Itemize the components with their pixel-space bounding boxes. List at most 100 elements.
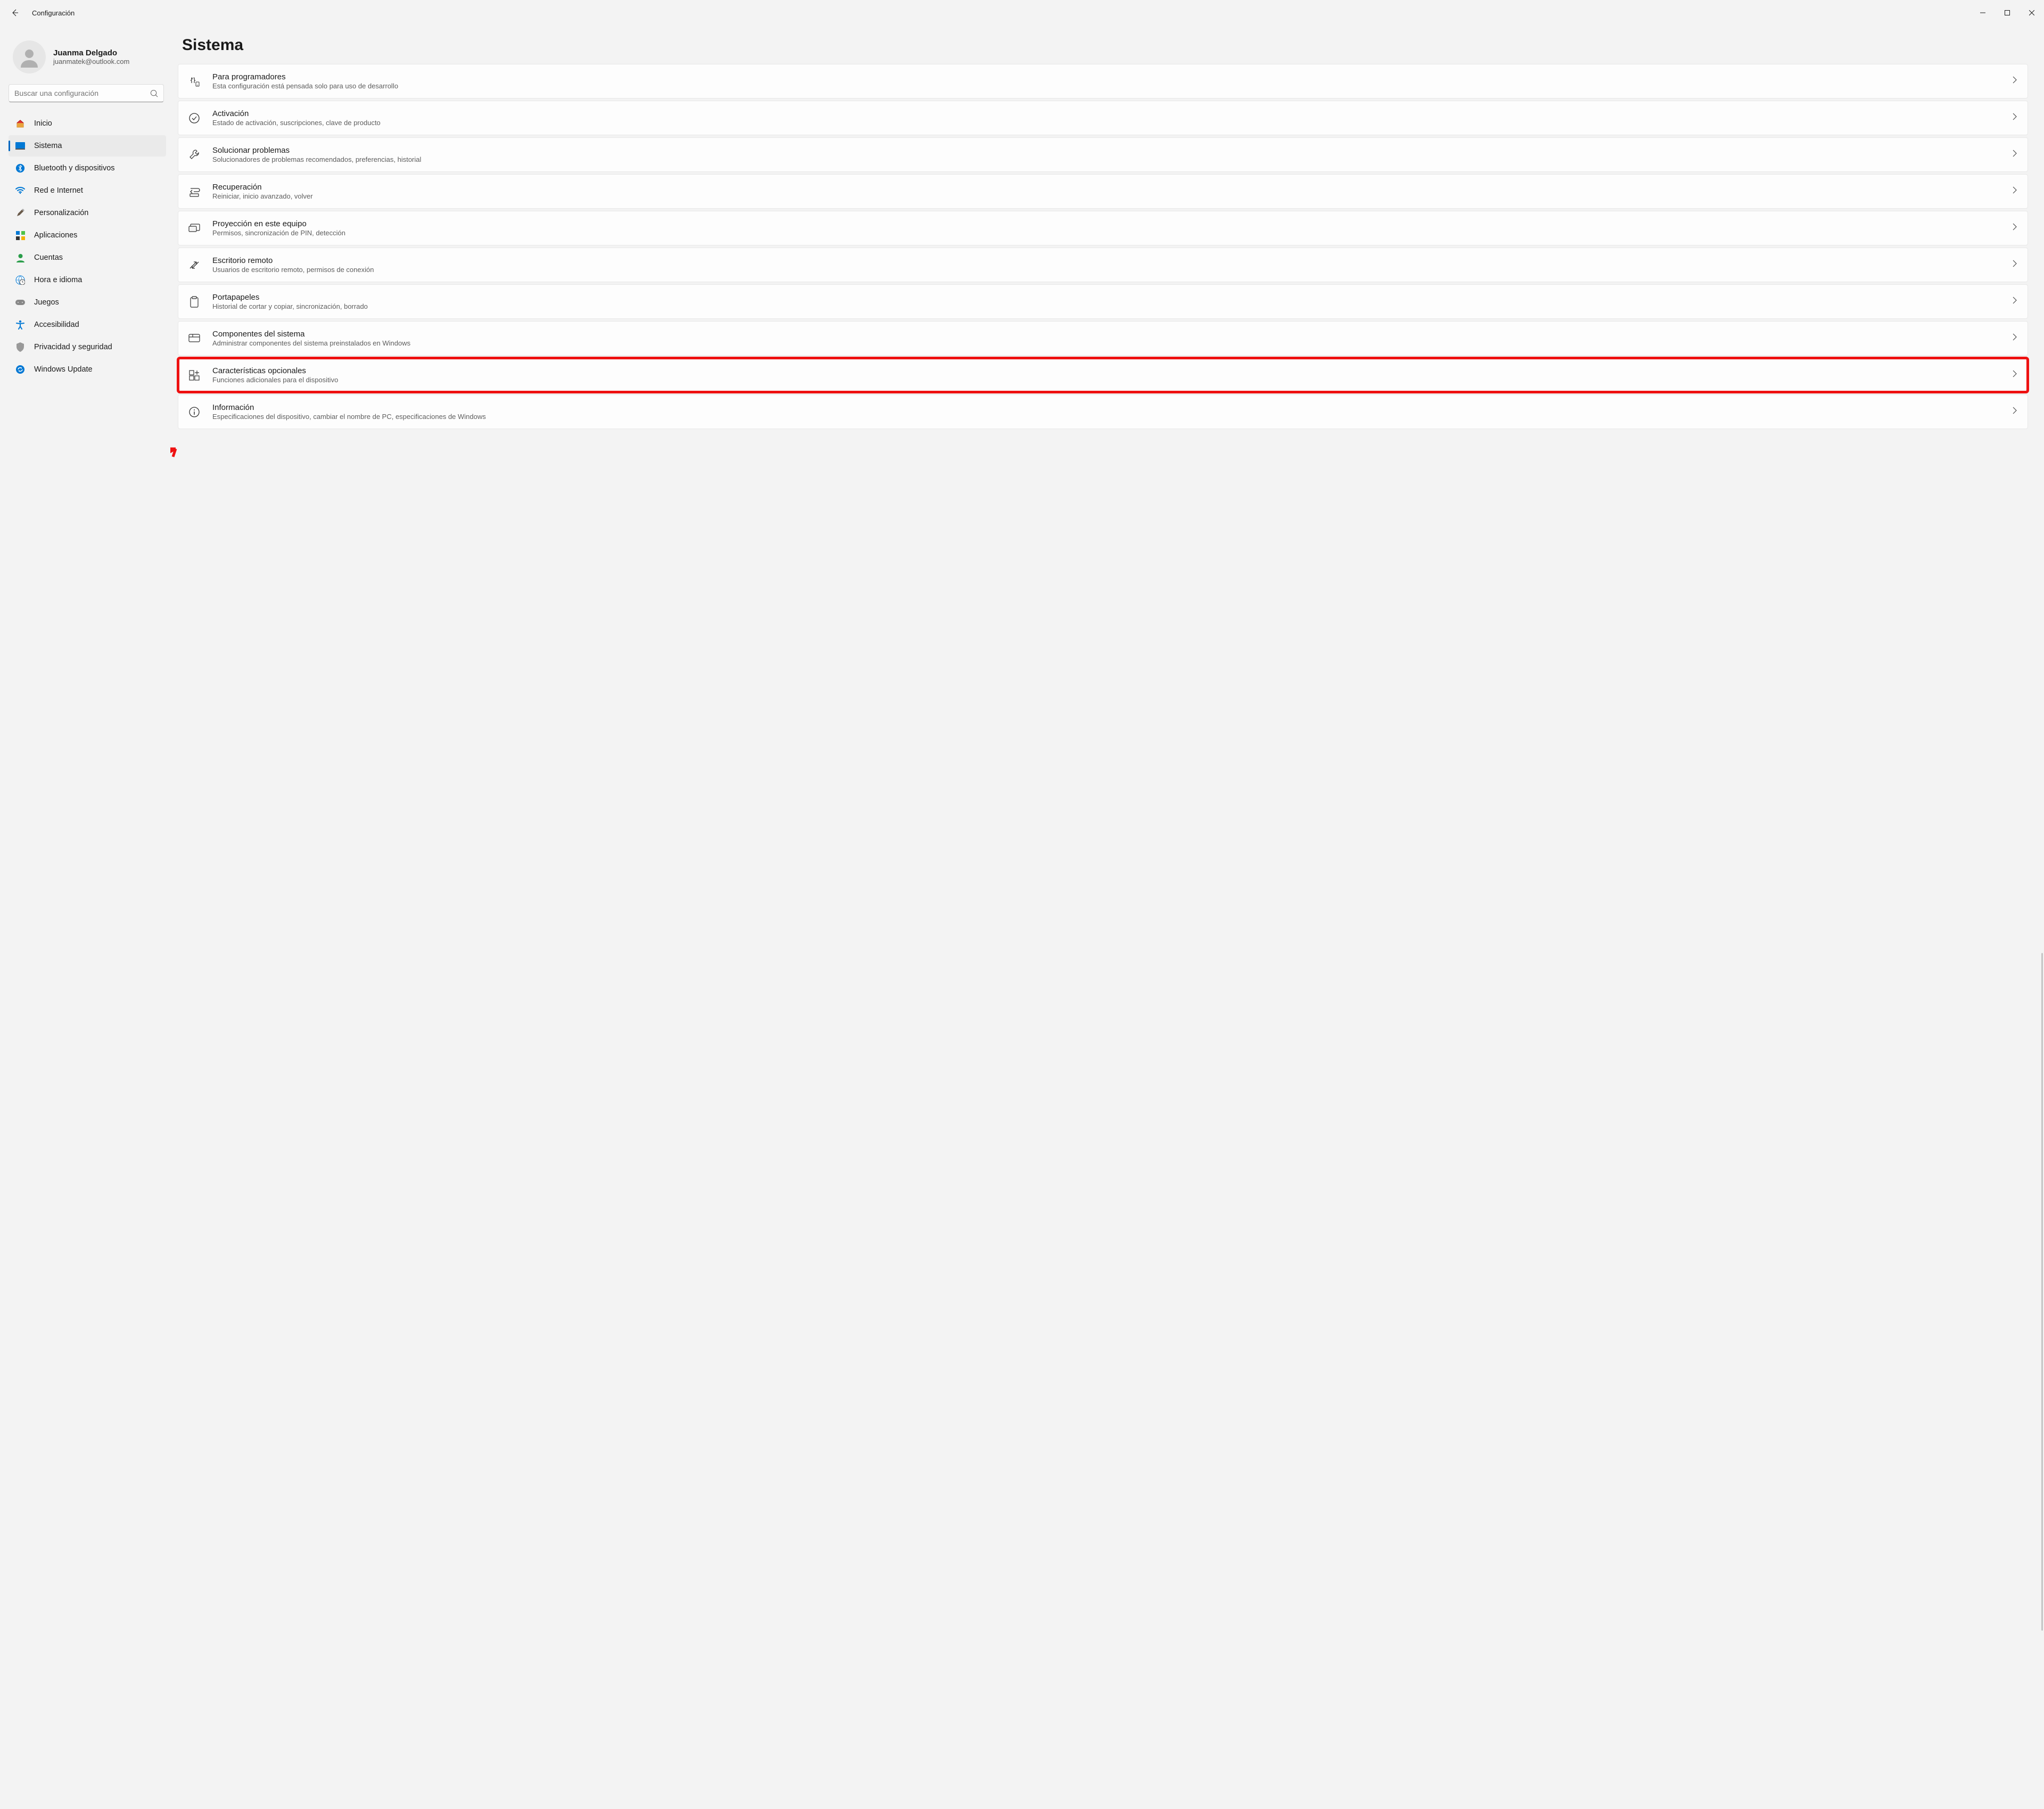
card-desc: Usuarios de escritorio remoto, permisos … (212, 266, 2013, 274)
nav-label: Red e Internet (34, 186, 83, 195)
titlebar: Configuración (0, 0, 2044, 26)
nav-label: Hora e idioma (34, 276, 82, 284)
avatar (13, 40, 46, 73)
maximize-icon (2005, 10, 2010, 15)
nav-label: Bluetooth y dispositivos (34, 164, 115, 172)
settings-card-optional[interactable]: Características opcionalesFunciones adic… (178, 358, 2028, 392)
card-desc: Especificaciones del dispositivo, cambia… (212, 413, 2013, 421)
card-title: Componentes del sistema (212, 330, 2013, 339)
settings-card-about[interactable]: InformaciónEspecificaciones del disposit… (178, 394, 2028, 429)
card-desc: Reiniciar, inicio avanzado, volver (212, 192, 2013, 200)
main-content: Sistema Para programadoresEsta configura… (170, 26, 2044, 1809)
home-icon (15, 118, 26, 129)
chevron-right-icon (2013, 223, 2017, 233)
bluetooth-icon (15, 163, 26, 174)
profile-name: Juanma Delgado (53, 48, 129, 57)
nav-accounts[interactable]: Cuentas (9, 247, 166, 268)
search-box[interactable] (9, 84, 164, 102)
card-title: Información (212, 403, 2013, 412)
annotation-arrow (170, 441, 186, 473)
devs-icon (188, 75, 201, 88)
settings-card-remote[interactable]: Escritorio remotoUsuarios de escritorio … (178, 248, 2028, 282)
page-heading: Sistema (178, 36, 2028, 54)
scrollbar[interactable] (2041, 953, 2043, 1631)
clipboard-icon (188, 295, 201, 308)
nav-privacy[interactable]: Privacidad y seguridad (9, 336, 166, 358)
card-desc: Funciones adicionales para el dispositiv… (212, 376, 2013, 384)
nav-personalization[interactable]: Personalización (9, 202, 166, 224)
remote-icon (188, 259, 201, 272)
chevron-right-icon (2013, 113, 2017, 123)
close-button[interactable] (2020, 4, 2044, 21)
nav-label: Privacidad y seguridad (34, 343, 112, 351)
optional-icon (188, 369, 201, 382)
projecting-icon (188, 222, 201, 235)
nav-bluetooth[interactable]: Bluetooth y dispositivos (9, 158, 166, 179)
nav-label: Inicio (34, 119, 52, 128)
sidebar: Juanma Delgado juanmatek@outlook.com Ini… (0, 26, 170, 1809)
card-title: Características opcionales (212, 366, 2013, 375)
nav-label: Aplicaciones (34, 231, 77, 240)
profile-block[interactable]: Juanma Delgado juanmatek@outlook.com (9, 31, 166, 83)
settings-card-troubleshoot[interactable]: Solucionar problemasSolucionadores de pr… (178, 137, 2028, 172)
search-input[interactable] (14, 89, 150, 97)
nav-time[interactable]: Hora e idioma (9, 269, 166, 291)
about-icon (188, 406, 201, 418)
card-title: Escritorio remoto (212, 256, 2013, 265)
nav-update[interactable]: Windows Update (9, 359, 166, 380)
chevron-right-icon (2013, 186, 2017, 196)
accounts-icon (15, 252, 26, 263)
maximize-button[interactable] (1995, 4, 2020, 21)
settings-card-components[interactable]: Componentes del sistemaAdministrar compo… (178, 321, 2028, 356)
card-title: Proyección en este equipo (212, 219, 2013, 228)
chevron-right-icon (2013, 333, 2017, 343)
shield-icon (15, 342, 26, 352)
nav-network[interactable]: Red e Internet (9, 180, 166, 201)
back-button[interactable] (4, 2, 26, 23)
window-title: Configuración (26, 9, 75, 17)
settings-card-activation[interactable]: ActivaciónEstado de activación, suscripc… (178, 101, 2028, 135)
nav-list: Inicio Sistema Bluetooth y dispositivos … (9, 113, 166, 380)
chevron-right-icon (2013, 407, 2017, 417)
card-desc: Estado de activación, suscripciones, cla… (212, 119, 2013, 127)
card-title: Solucionar problemas (212, 146, 2013, 155)
settings-card-clipboard[interactable]: PortapapelesHistorial de cortar y copiar… (178, 284, 2028, 319)
settings-card-projecting[interactable]: Proyección en este equipoPermisos, sincr… (178, 211, 2028, 245)
card-desc: Solucionadores de problemas recomendados… (212, 155, 2013, 163)
nav-label: Juegos (34, 298, 59, 307)
accessibility-icon (15, 319, 26, 330)
card-title: Activación (212, 109, 2013, 118)
clock-globe-icon (15, 275, 26, 285)
chevron-right-icon (2013, 150, 2017, 160)
card-title: Recuperación (212, 183, 2013, 192)
chevron-right-icon (2013, 260, 2017, 270)
recovery-icon (188, 185, 201, 198)
settings-card-list: Para programadoresEsta configuración est… (178, 64, 2028, 429)
nav-label: Cuentas (34, 253, 63, 262)
card-desc: Esta configuración está pensada solo par… (212, 82, 2013, 90)
card-title: Para programadores (212, 72, 2013, 81)
nav-system[interactable]: Sistema (9, 135, 166, 157)
settings-card-recovery[interactable]: RecuperaciónReiniciar, inicio avanzado, … (178, 174, 2028, 209)
activation-icon (188, 112, 201, 125)
nav-home[interactable]: Inicio (9, 113, 166, 134)
nav-label: Personalización (34, 209, 88, 217)
nav-label: Windows Update (34, 365, 93, 374)
system-icon (15, 141, 26, 151)
brush-icon (15, 208, 26, 218)
card-desc: Historial de cortar y copiar, sincroniza… (212, 302, 2013, 310)
chevron-right-icon (2013, 297, 2017, 307)
nav-gaming[interactable]: Juegos (9, 292, 166, 313)
card-desc: Permisos, sincronización de PIN, detecci… (212, 229, 2013, 237)
settings-card-devs[interactable]: Para programadoresEsta configuración est… (178, 64, 2028, 98)
wifi-icon (15, 185, 26, 196)
arrow-left-icon (11, 9, 19, 17)
minimize-button[interactable] (1971, 4, 1995, 21)
nav-label: Accesibilidad (34, 320, 79, 329)
person-icon (19, 46, 40, 68)
nav-apps[interactable]: Aplicaciones (9, 225, 166, 246)
minimize-icon (1980, 10, 1985, 15)
nav-label: Sistema (34, 142, 62, 150)
apps-icon (15, 230, 26, 241)
nav-accessibility[interactable]: Accesibilidad (9, 314, 166, 335)
